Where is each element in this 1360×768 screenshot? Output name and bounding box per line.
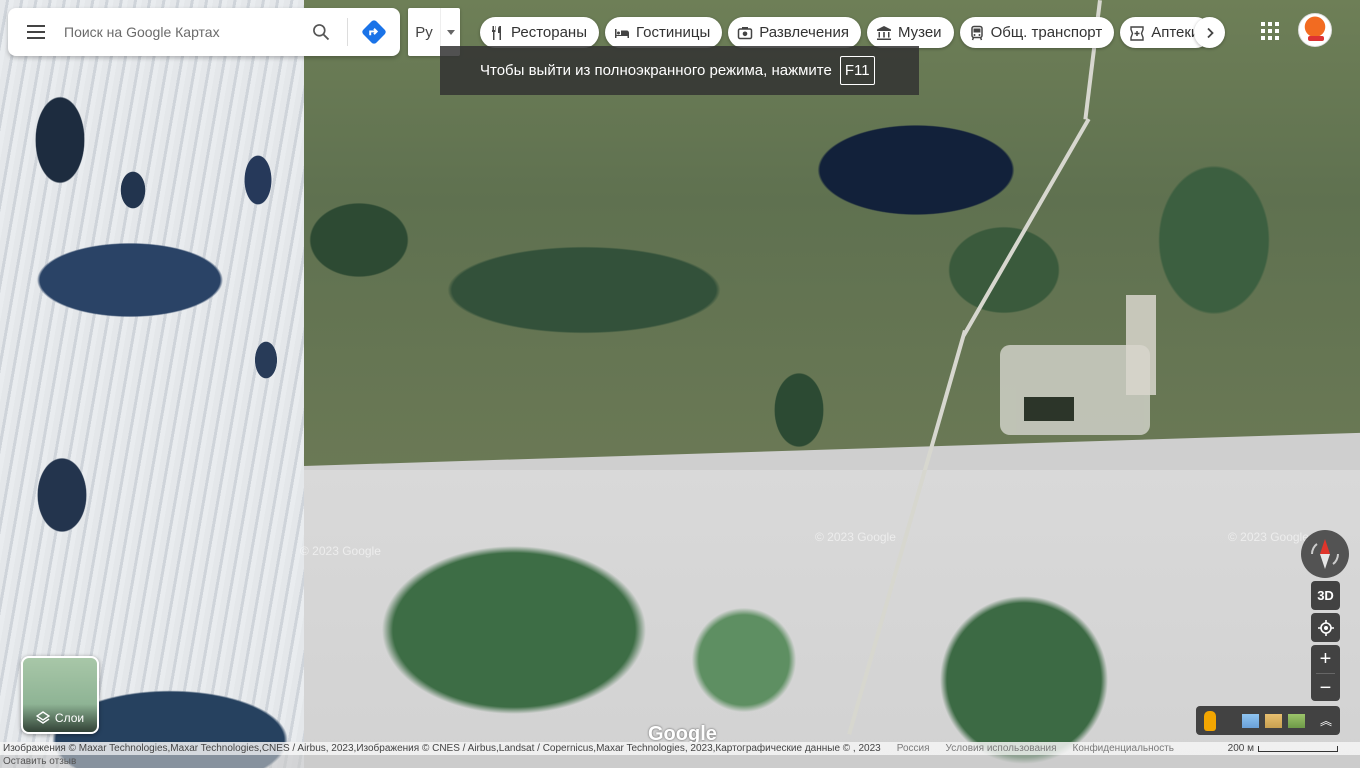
language-value: Ру <box>415 23 433 41</box>
terms-link[interactable]: Условия использования <box>946 743 1057 754</box>
chip-label: Аптеки <box>1151 24 1200 41</box>
search-icon[interactable] <box>301 12 341 52</box>
chip-label: Развлечения <box>759 24 849 41</box>
chip-museums[interactable]: Музеи <box>866 17 954 48</box>
imagery-thumbnail[interactable] <box>1242 713 1259 728</box>
expand-icon[interactable]: ︽ <box>1320 712 1332 729</box>
layers-icon <box>35 711 50 724</box>
pegman-icon[interactable] <box>1204 710 1216 731</box>
apps-grid-icon[interactable] <box>1256 17 1284 45</box>
street-view-panel: ︽ <box>1196 706 1340 735</box>
scale-bar[interactable]: 200 м <box>1228 743 1338 754</box>
search-box <box>8 8 400 56</box>
divider <box>347 18 348 46</box>
chip-restaurants[interactable]: Рестораны <box>480 17 599 48</box>
chevron-right-icon[interactable] <box>1194 17 1225 48</box>
imagery-thumbnail[interactable] <box>1288 713 1305 728</box>
pharmacy-icon <box>1130 25 1144 41</box>
country-link[interactable]: Россия <box>897 743 930 754</box>
tilt-3d-button[interactable]: 3D <box>1311 581 1340 610</box>
layers-label: Слои <box>54 711 85 725</box>
camera-icon <box>737 26 753 39</box>
avatar[interactable] <box>1298 13 1332 47</box>
attribution-text: Изображения © Maxar Technologies,Maxar T… <box>3 743 881 754</box>
my-location-button[interactable] <box>1311 613 1340 642</box>
restaurant-icon <box>492 25 501 40</box>
hamburger-menu-icon[interactable] <box>8 8 64 56</box>
map-watermark: © 2023 Google <box>300 544 381 558</box>
fullscreen-toast: Чтобы выйти из полноэкранного режима, на… <box>440 46 919 95</box>
map-tile-snow <box>0 0 304 768</box>
zoom-control: + − <box>1311 645 1340 701</box>
zoom-in-button[interactable]: + <box>1311 645 1340 673</box>
chip-label: Музеи <box>897 24 942 41</box>
chip-label: Общ. транспорт <box>990 24 1103 41</box>
privacy-link[interactable]: Конфиденциальность <box>1073 743 1174 754</box>
scale-label: 200 м <box>1227 743 1254 754</box>
toast-key: F11 <box>839 56 875 85</box>
map-footer: Изображения © Maxar Technologies,Maxar T… <box>0 742 1360 755</box>
chip-hotels[interactable]: Гостиницы <box>604 17 723 48</box>
museum-icon <box>876 25 891 40</box>
hotel-icon <box>614 28 629 38</box>
transit-icon <box>970 25 983 40</box>
directions-icon[interactable] <box>354 12 394 52</box>
chip-label: Гостиницы <box>635 24 711 41</box>
zoom-out-button[interactable]: − <box>1311 674 1340 702</box>
my-location-icon <box>1317 619 1334 636</box>
industrial-site <box>1126 295 1156 395</box>
map-watermark: © 2023 Google <box>815 530 896 544</box>
search-input[interactable] <box>64 12 301 52</box>
feedback-link[interactable]: Оставить отзыв <box>0 755 1360 768</box>
satellite-map[interactable]: © 2023 Google © 2023 Google © 2023 Googl… <box>0 0 1360 768</box>
chip-entertainment[interactable]: Развлечения <box>728 17 861 48</box>
map-watermark: © 2023 Google <box>1228 530 1309 544</box>
layers-button[interactable]: Слои <box>21 656 99 734</box>
category-chips: Рестораны Гостиницы Развлечения Музеи Об… <box>480 17 1212 48</box>
chip-label: Рестораны <box>511 24 587 41</box>
toast-text: Чтобы выйти из полноэкранного режима, на… <box>480 62 832 79</box>
chip-transit[interactable]: Общ. транспорт <box>959 17 1115 48</box>
imagery-thumbnail[interactable] <box>1265 713 1282 728</box>
compass-icon[interactable] <box>1301 530 1349 578</box>
